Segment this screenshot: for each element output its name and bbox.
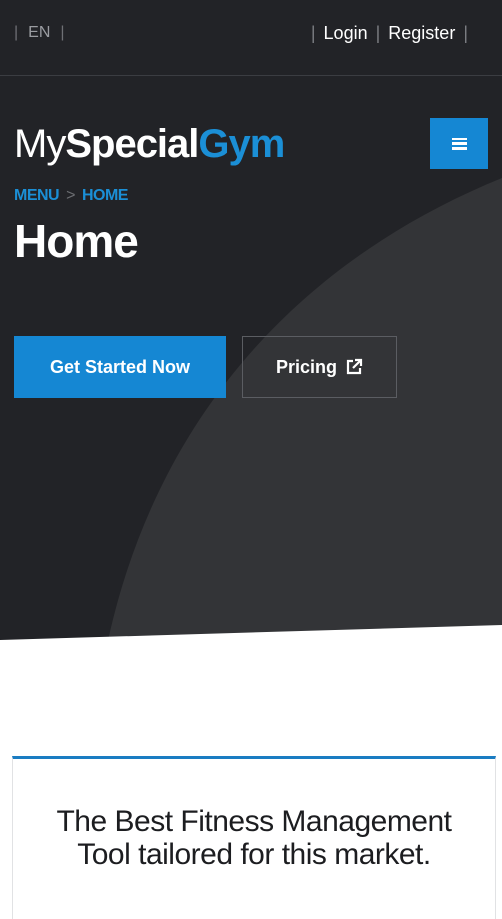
divider: | xyxy=(375,23,381,43)
divider: | xyxy=(60,24,65,41)
register-link[interactable]: Register xyxy=(388,23,455,43)
language-code[interactable]: EN xyxy=(28,24,50,41)
pricing-button[interactable]: Pricing xyxy=(242,336,397,398)
external-link-icon xyxy=(346,358,363,375)
hero-section: | EN | | Login | Register | MySpecialGym MENU >… xyxy=(0,0,502,640)
feature-card-title: The Best Fitness Management Tool tailore… xyxy=(56,805,452,871)
brand-part-special: Special xyxy=(65,122,199,166)
language-switcher[interactable]: | EN | xyxy=(14,24,65,42)
pricing-label: Pricing xyxy=(275,356,337,377)
menu-toggle-button[interactable] xyxy=(430,118,488,169)
divider: | xyxy=(310,23,316,43)
get-started-button[interactable]: Get Started Now xyxy=(14,336,226,398)
breadcrumb: MENU > HOME xyxy=(14,187,128,205)
page-title: Home xyxy=(14,215,139,267)
breadcrumb-separator: > xyxy=(66,187,75,204)
brand-part-my: My xyxy=(14,122,66,166)
hamburger-icon xyxy=(451,137,467,150)
divider: | xyxy=(463,23,468,43)
brand-part-gym: Gym xyxy=(198,122,285,166)
feature-card: The Best Fitness Management Tool tailore… xyxy=(12,756,496,919)
brand-logo[interactable]: MySpecialGym xyxy=(14,122,285,167)
breadcrumb-item-home[interactable]: HOME xyxy=(82,187,129,204)
auth-links: | Login | Register | xyxy=(303,23,476,44)
breadcrumb-item-menu[interactable]: MENU xyxy=(14,187,60,204)
top-bar: | EN | | Login | Register | xyxy=(0,0,502,76)
divider: | xyxy=(14,24,19,41)
hero-curve-shape xyxy=(0,178,502,640)
login-link[interactable]: Login xyxy=(324,23,368,43)
